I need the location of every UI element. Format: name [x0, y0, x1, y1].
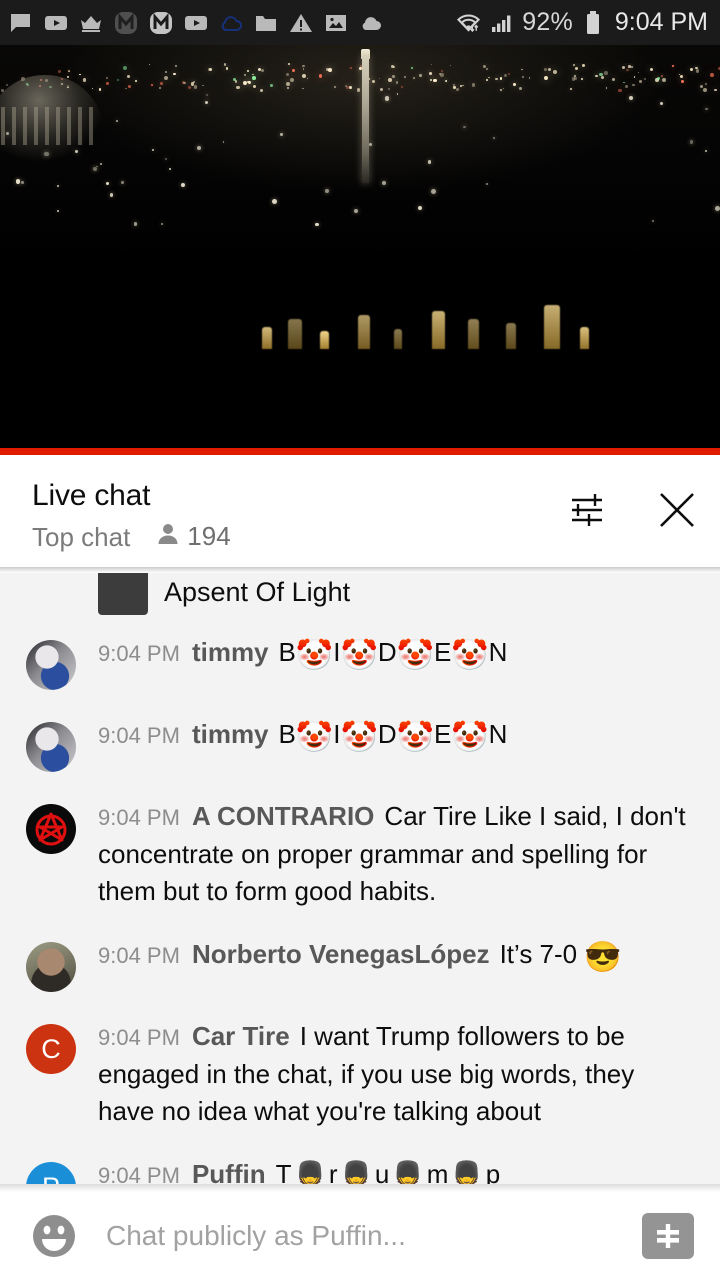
battery-icon [580, 10, 606, 36]
status-bar: 92% 9:04 PM [0, 0, 720, 45]
chat-message-row[interactable]: 9:04 PM Norberto VenegasLópez It’s 7-0 😎 [0, 923, 720, 1005]
chat-message-row[interactable]: C 9:04 PM Car Tire I want Trump followers t… [0, 1005, 720, 1143]
chat-header-actions [566, 477, 700, 533]
avatar[interactable] [26, 640, 76, 690]
emoji-smiley-icon[interactable] [28, 1210, 80, 1262]
header-shadow-divider [0, 567, 720, 573]
page-title: Live chat [32, 477, 566, 515]
chat-message-text: B🤡I🤡D🤡E🤡N [279, 719, 508, 749]
anarchy-symbol-icon [31, 809, 71, 849]
chat-message-row[interactable]: 9:04 PM timmy B🤡I🤡D🤡E🤡N [0, 621, 720, 703]
avatar[interactable] [26, 804, 76, 854]
chat-header-titles: Live chat Top chat 194 [32, 477, 566, 552]
emoji-glyph: 🤡 [340, 721, 377, 754]
avatar[interactable] [26, 942, 76, 992]
message-author[interactable]: Norberto VenegasLópez [192, 939, 490, 969]
city-skyline-lights [0, 63, 720, 233]
chat-header-subrow: Top chat 194 [32, 521, 566, 552]
chat-message-body: Apsent Of Light [98, 573, 694, 615]
video-player[interactable] [0, 45, 720, 455]
emoji-glyph: 🤡 [296, 639, 333, 672]
dollar-superchat-icon[interactable] [642, 1213, 694, 1259]
status-bar-notification-icons [8, 10, 456, 36]
avatar[interactable]: C [26, 1024, 76, 1074]
emoji-glyph: 🤡 [296, 721, 333, 754]
crown-icon [78, 10, 104, 36]
message-timestamp: 9:04 PM [98, 943, 180, 968]
chat-message-row[interactable]: Apsent Of Light [0, 573, 720, 621]
person-icon [156, 522, 180, 552]
cloud-outline-icon [218, 10, 244, 36]
emoji-glyph: 🤡 [451, 721, 488, 754]
chat-message-text: Car Tire Like I said, I don't concentrat… [98, 801, 686, 906]
message-timestamp: 9:04 PM [98, 805, 180, 830]
chat-message-text: Apsent Of Light [164, 577, 350, 607]
chat-message-body: 9:04 PM Puffin T💂r💂u💂m💂p [98, 1156, 694, 1184]
emoji-glyph: 💂 [448, 1161, 485, 1184]
chat-message-list[interactable]: Apsent Of Light 9:04 PM timmy B🤡I🤡D🤡E🤡N 9:04… [0, 573, 720, 1184]
emoji-glyph: 💂 [291, 1161, 328, 1184]
search-input chat-message-input[interactable] [80, 1220, 642, 1252]
input-bar-divider [0, 1184, 720, 1192]
chat-message-text: T💂r💂u💂m💂p [276, 1159, 501, 1184]
chat-message-body: 9:04 PM timmy B🤡I🤡D🤡E🤡N [98, 716, 694, 754]
avatar[interactable] [26, 722, 76, 772]
emoji-glyph: 🤡 [397, 639, 434, 672]
chat-message-row[interactable]: P 9:04 PM Puffin T💂r💂u💂m💂p [0, 1143, 720, 1184]
m-circle-dark-icon [113, 10, 139, 36]
emoji-glyph: 💂 [389, 1161, 426, 1184]
message-timestamp: 9:04 PM [98, 1025, 180, 1050]
emoji-glyph: 💂 [338, 1161, 375, 1184]
memorial-columns [0, 107, 96, 145]
chat-message-body: 9:04 PM timmy B🤡I🤡D🤡E🤡N [98, 634, 694, 672]
cloud-filled-icon [358, 10, 384, 36]
chat-message-row[interactable]: 9:04 PM timmy B🤡I🤡D🤡E🤡N [0, 703, 720, 785]
warning-triangle-icon [288, 10, 314, 36]
m-rounded-icon [148, 10, 174, 36]
battery-percent-label: 92% [522, 8, 573, 37]
close-x-icon[interactable] [654, 487, 700, 533]
chat-message-body: 9:04 PM Norberto VenegasLópez It’s 7-0 😎 [98, 936, 694, 974]
emoji-glyph: 😎 [584, 941, 621, 974]
message-author[interactable]: Car Tire [192, 1021, 290, 1051]
photo-icon [323, 10, 349, 36]
chat-message-row[interactable]: 9:04 PM A CONTRARIO Car Tire Like I said, … [0, 785, 720, 923]
building-lit-windows [262, 293, 602, 349]
message-author[interactable]: A CONTRARIO [192, 801, 374, 831]
wifi-data-icon [456, 10, 482, 36]
viewer-count: 194 [187, 521, 230, 552]
youtube-play-icon [183, 10, 209, 36]
top-chat-selector[interactable]: Top chat [32, 522, 130, 552]
tune-sliders-icon[interactable] [566, 487, 612, 533]
washington-monument [362, 55, 369, 183]
youtube-icon [43, 10, 69, 36]
status-bar-clock: 9:04 PM [615, 8, 708, 37]
folder-icon [253, 10, 279, 36]
message-timestamp: 9:04 PM [98, 723, 180, 748]
chat-message-body: 9:04 PM A CONTRARIO Car Tire Like I said, … [98, 798, 694, 910]
message-timestamp: 9:04 PM [98, 641, 180, 666]
emoji-glyph: 🤡 [397, 721, 434, 754]
viewer-count-group: 194 [156, 521, 230, 552]
chat-message-body: 9:04 PM Car Tire I want Trump followers to… [98, 1018, 694, 1130]
chat-input-bar [0, 1192, 720, 1280]
signal-bars-icon [489, 10, 515, 36]
message-author[interactable]: timmy [192, 637, 269, 667]
message-thumbnail [98, 573, 148, 615]
emoji-glyph: 🤡 [451, 639, 488, 672]
emoji-glyph: 🤡 [340, 639, 377, 672]
message-author[interactable]: timmy [192, 719, 269, 749]
youtube-live-chat-screen: 92% 9:04 PM Live chat Top chat 194 Apsen… [0, 0, 720, 1280]
video-progress-bar[interactable] [0, 448, 720, 455]
chat-message-text: It’s 7-0 😎 [500, 939, 622, 969]
message-timestamp: 9:04 PM [98, 1163, 180, 1184]
chat-bubble-icon [8, 10, 34, 36]
chat-message-text: B🤡I🤡D🤡E🤡N [279, 637, 508, 667]
status-bar-system-icons: 92% 9:04 PM [456, 8, 708, 37]
message-author[interactable]: Puffin [192, 1159, 266, 1184]
avatar[interactable]: P [26, 1162, 76, 1184]
live-chat-header: Live chat Top chat 194 [0, 455, 720, 567]
